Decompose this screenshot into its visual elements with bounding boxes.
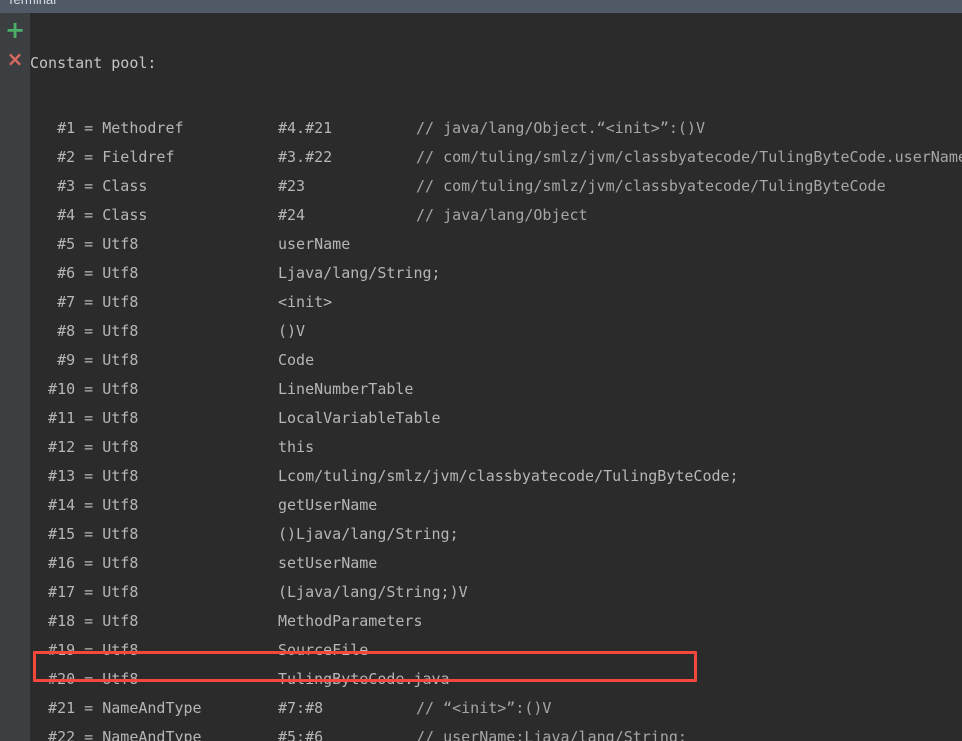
constant-pool-row: #1 = Methodref #4.#21 // java/lang/Object.… <box>30 114 962 143</box>
constant-pool-row: #13 = Utf8 Lcom/tuling/smlz/jvm/classbyat… <box>30 462 962 491</box>
constant-pool-row: #3 = Class #23 // com/tuling/smlz/jvm/clas… <box>30 172 962 201</box>
constant-pool-entry: #2 = Fieldref <box>30 148 175 166</box>
constant-pool-row: #12 = Utf8 this <box>30 433 962 462</box>
constant-pool-row: #8 = Utf8 ()V <box>30 317 962 346</box>
constant-pool-heading: Constant pool: <box>30 54 157 72</box>
constant-pool-entry: #22 = NameAndType <box>30 728 202 741</box>
constant-pool-value: userName <box>278 235 351 253</box>
constant-pool-row: #4 = Class #24 // java/lang/Object <box>30 201 962 230</box>
constant-pool-entry: #4 = Class <box>30 206 148 224</box>
tool-window-header[interactable]: Terminal <box>0 0 962 13</box>
terminal-tool-window: Terminal + × Constant pool: #1 = Methodr… <box>0 0 962 741</box>
constant-pool-value: TulingByteCode.java <box>278 670 450 688</box>
constant-pool-row: #18 = Utf8 MethodParameters <box>30 607 962 636</box>
constant-pool-entry: #9 = Utf8 <box>30 351 139 369</box>
constant-pool-entry: #5 = Utf8 <box>30 235 139 253</box>
constant-pool-entry: #20 = Utf8 <box>30 670 139 688</box>
constant-pool-value: LineNumberTable <box>278 380 414 398</box>
constant-pool-entry: #19 = Utf8 <box>30 641 139 659</box>
constant-pool-row: #15 = Utf8 ()Ljava/lang/String; <box>30 520 962 549</box>
close-icon[interactable]: × <box>0 48 30 70</box>
constant-pool-row: #5 = Utf8 userName <box>30 230 962 259</box>
constant-pool-value: (Ljava/lang/String;)V <box>278 583 468 601</box>
constant-pool-row: #22 = NameAndType #5:#6 // userName:Ljava/… <box>30 723 962 741</box>
constant-pool-entry: #11 = Utf8 <box>30 409 139 427</box>
constant-pool-row: #20 = Utf8 TulingByteCode.java <box>30 665 962 694</box>
constant-pool-comment: // userName:Ljava/lang/String; <box>416 728 687 741</box>
constant-pool-value: SourceFile <box>278 641 369 659</box>
constant-pool-value: #5:#6 <box>278 728 324 741</box>
constant-pool-row: #11 = Utf8 LocalVariableTable <box>30 404 962 433</box>
constant-pool-row: #16 = Utf8 setUserName <box>30 549 962 578</box>
constant-pool-entry: #13 = Utf8 <box>30 467 139 485</box>
constant-pool-entry: #17 = Utf8 <box>30 583 139 601</box>
constant-pool-value: ()V <box>278 322 306 340</box>
constant-pool-row: #6 = Utf8 Ljava/lang/String; <box>30 259 962 288</box>
constant-pool-comment: // com/tuling/smlz/jvm/classbyatecode/Tu… <box>416 177 886 195</box>
terminal-gutter: + × <box>0 13 30 741</box>
constant-pool-row: #14 = Utf8 getUserName <box>30 491 962 520</box>
constant-pool-value: #3.#22 <box>278 148 333 166</box>
constant-pool-row: #10 = Utf8 LineNumberTable <box>30 375 962 404</box>
constant-pool-row: #7 = Utf8 <init> <box>30 288 962 317</box>
plus-icon[interactable]: + <box>0 18 30 42</box>
constant-pool-value: #7:#8 <box>278 699 324 717</box>
constant-pool-comment: // com/tuling/smlz/jvm/classbyatecode/Tu… <box>416 148 962 166</box>
constant-pool-entry: #3 = Class <box>30 177 148 195</box>
constant-pool-value: setUserName <box>278 554 378 572</box>
constant-pool-comment: // java/lang/Object <box>416 206 588 224</box>
constant-pool-entry: #1 = Methodref <box>30 119 184 137</box>
constant-pool-value: this <box>278 438 315 456</box>
constant-pool-row: #9 = Utf8 Code <box>30 346 962 375</box>
constant-pool-row: #17 = Utf8 (Ljava/lang/String;)V <box>30 578 962 607</box>
constant-pool-value: Lcom/tuling/smlz/jvm/classbyatecode/Tuli… <box>278 467 739 485</box>
constant-pool-entry: #14 = Utf8 <box>30 496 139 514</box>
constant-pool-value: #24 <box>278 206 306 224</box>
constant-pool-comment: // “<init>”:()V <box>416 699 552 717</box>
constant-pool-value: #4.#21 <box>278 119 333 137</box>
constant-pool-entry: #7 = Utf8 <box>30 293 139 311</box>
constant-pool-value: getUserName <box>278 496 378 514</box>
constant-pool-row: #19 = Utf8 SourceFile <box>30 636 962 665</box>
terminal-output[interactable]: Constant pool: #1 = Methodref #4.#21 // ja… <box>30 13 962 741</box>
constant-pool-entry: #21 = NameAndType <box>30 699 202 717</box>
constant-pool-value: Code <box>278 351 315 369</box>
constant-pool-entry: #8 = Utf8 <box>30 322 139 340</box>
constant-pool-entry: #12 = Utf8 <box>30 438 139 456</box>
constant-pool-row: #21 = NameAndType #7:#8 // “<init>”:()V <box>30 694 962 723</box>
tool-window-title: Terminal <box>7 0 56 7</box>
constant-pool-entry: #18 = Utf8 <box>30 612 139 630</box>
constant-pool-entry: #16 = Utf8 <box>30 554 139 572</box>
constant-pool-entry: #15 = Utf8 <box>30 525 139 543</box>
constant-pool-value: LocalVariableTable <box>278 409 441 427</box>
constant-pool-value: MethodParameters <box>278 612 423 630</box>
constant-pool-value: ()Ljava/lang/String; <box>278 525 459 543</box>
constant-pool-row: #2 = Fieldref #3.#22 // com/tuling/smlz/jv… <box>30 143 962 172</box>
constant-pool-entry: #6 = Utf8 <box>30 264 139 282</box>
constant-pool-value: Ljava/lang/String; <box>278 264 441 282</box>
constant-pool-comment: // java/lang/Object.“<init>”:()V <box>416 119 705 137</box>
constant-pool-value: <init> <box>278 293 333 311</box>
constant-pool-entry: #10 = Utf8 <box>30 380 139 398</box>
constant-pool-value: #23 <box>278 177 306 195</box>
